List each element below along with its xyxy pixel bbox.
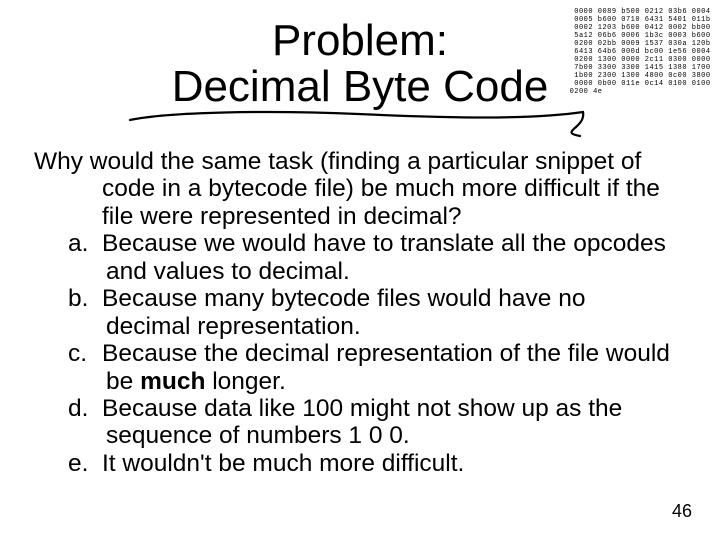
options-list: a.Because we would have to translate all… [34,230,674,477]
body-content: Why would the same task (finding a parti… [34,148,674,477]
title-line-1: Problem: [272,16,448,65]
option-b: b.Because many bytecode files would have… [34,285,674,340]
option-text: Because we would have to translate all t… [102,230,666,284]
option-letter: c. [68,340,102,367]
option-text: Because many bytecode files would have n… [102,285,586,339]
page-number: 46 [672,501,692,522]
option-letter: e. [68,450,102,477]
option-letter: b. [68,285,102,312]
slide: 0000 0089 b500 0212 03b6 0004 0005 b600 … [0,0,720,540]
option-text: Because data like 100 might not show up … [102,395,622,449]
option-d: d.Because data like 100 might not show u… [34,395,674,450]
option-letter: d. [68,395,102,422]
title-block: Problem: Decimal Byte Code [0,18,720,110]
option-c: c.Because the decimal representation of … [34,340,674,395]
title-line-2: Decimal Byte Code [172,62,549,111]
option-letter: a. [68,230,102,257]
option-text-post: longer. [205,368,285,395]
option-text: It wouldn't be much more difficult. [102,450,464,477]
slide-title: Problem: Decimal Byte Code [172,18,549,110]
option-a: a.Because we would have to translate all… [34,230,674,285]
question-text: Why would the same task (finding a parti… [34,148,674,230]
option-bold: much [140,368,205,395]
option-e: e.It wouldn't be much more difficult. [34,450,674,477]
hand-underline [128,106,598,146]
